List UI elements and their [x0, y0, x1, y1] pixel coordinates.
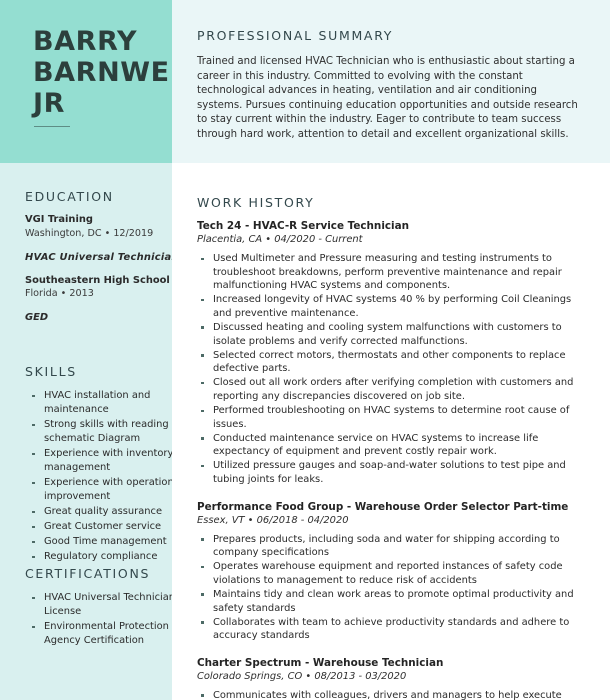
skills-section: SKILLS HVAC installation and maintenance… [25, 364, 172, 565]
list-item: Conducted maintenance service on HVAC sy… [197, 432, 589, 459]
job-list: Tech 24 - HVAC-R Service Technician Plac… [197, 219, 589, 700]
work-history-column: WORK HISTORY Tech 24 - HVAC-R Service Te… [172, 163, 616, 700]
list-item: Strong skills with reading schematic Dia… [25, 418, 172, 446]
professional-summary-heading: PROFESSIONAL SUMMARY [197, 28, 394, 43]
list-item: Experience with inventory management [25, 447, 172, 475]
job-entry: Performance Food Group - Warehouse Order… [197, 500, 589, 643]
list-item: Collaborates with team to achieve produc… [197, 616, 589, 643]
list-item: Environmental Protection Agency Certific… [25, 620, 172, 648]
list-item: Closed out all work orders after verifyi… [197, 376, 589, 403]
list-item: Good Time management [25, 535, 172, 549]
job-duties: Used Multimeter and Pressure measuring a… [197, 252, 589, 487]
job-title: Tech 24 - HVAC-R Service Technician [197, 220, 410, 232]
list-item: Performed troubleshooting on HVAC system… [197, 404, 589, 431]
professional-summary-panel: PROFESSIONAL SUMMARY Trained and license… [172, 0, 610, 163]
job-meta: Colorado Springs, CO • 08/2013 - 03/2020 [197, 670, 407, 682]
list-item: Operates warehouse equipment and reporte… [197, 560, 589, 587]
education-org: VGI Training [25, 214, 93, 225]
skills-list: HVAC installation and maintenance Strong… [25, 389, 172, 564]
list-item: HVAC Universal Technician License [25, 591, 172, 619]
job-duties: Prepares products, including soda and wa… [197, 533, 589, 643]
education-section: EDUCATION VGI Training Washington, DC • … [25, 189, 172, 335]
list-item: Selected correct motors, thermostats and… [197, 349, 589, 376]
list-item: HVAC installation and maintenance [25, 389, 172, 417]
list-item: Discussed heating and cooling system mal… [197, 321, 589, 348]
job-entry: Charter Spectrum - Warehouse Technician … [197, 656, 589, 700]
name-block: BARRY BARNWELL JR [0, 0, 205, 163]
sidebar: EDUCATION VGI Training Washington, DC • … [0, 163, 172, 700]
resume-page: BARRY BARNWELL JR PROFESSIONAL SUMMARY T… [0, 0, 616, 700]
list-item: Utilized pressure gauges and soap-and-wa… [197, 459, 589, 486]
list-item: Great Customer service [25, 520, 172, 534]
work-history-heading: WORK HISTORY [197, 195, 315, 210]
list-item: Increased longevity of HVAC systems 40 %… [197, 293, 589, 320]
job-meta: Essex, VT • 06/2018 - 04/2020 [197, 514, 349, 526]
list-item: Prepares products, including soda and wa… [197, 533, 589, 560]
job-title: Charter Spectrum - Warehouse Technician [197, 656, 444, 669]
professional-summary-text: Trained and licensed HVAC Technician who… [197, 56, 578, 140]
job-entry: Tech 24 - HVAC-R Service Technician Plac… [197, 219, 589, 487]
header-band: BARRY BARNWELL JR PROFESSIONAL SUMMARY T… [0, 0, 616, 163]
education-item: VGI Training Washington, DC • 12/2019 [25, 214, 172, 240]
certifications-heading: CERTIFICATIONS [25, 566, 151, 581]
list-item: Maintains tidy and clean work areas to p… [197, 588, 589, 615]
skills-heading: SKILLS [25, 364, 77, 379]
education-degree-label: HVAC Universal Technician License [25, 251, 172, 263]
certifications-list: HVAC Universal Technician License Enviro… [25, 591, 172, 648]
job-title: Performance Food Group - Warehouse Order… [197, 500, 569, 513]
education-item: Southeastern High School Florida • 2013 [25, 275, 172, 301]
name-divider [34, 126, 70, 127]
job-meta: Placentia, CA • 04/2020 - Current [197, 234, 363, 245]
education-degree-label: GED [25, 312, 49, 324]
list-item: Experience with operational improvement [25, 476, 172, 504]
list-item: Communicates with colleagues, drivers an… [197, 689, 589, 700]
list-item: Regulatory compliance [25, 550, 172, 564]
education-heading: EDUCATION [25, 189, 114, 204]
education-degree-line: GED [25, 311, 172, 324]
list-item: Great quality assurance [25, 505, 172, 519]
education-degree-line: HVAC Universal Technician License: Hvac … [25, 251, 172, 264]
education-org: Southeastern High School [25, 274, 170, 286]
list-item: Used Multimeter and Pressure measuring a… [197, 252, 589, 293]
certifications-section: CERTIFICATIONS HVAC Universal Technician… [25, 566, 172, 649]
education-meta: Washington, DC • 12/2019 [25, 227, 154, 239]
education-meta: Florida • 2013 [25, 288, 94, 300]
job-duties: Communicates with colleagues, drivers an… [197, 689, 589, 700]
